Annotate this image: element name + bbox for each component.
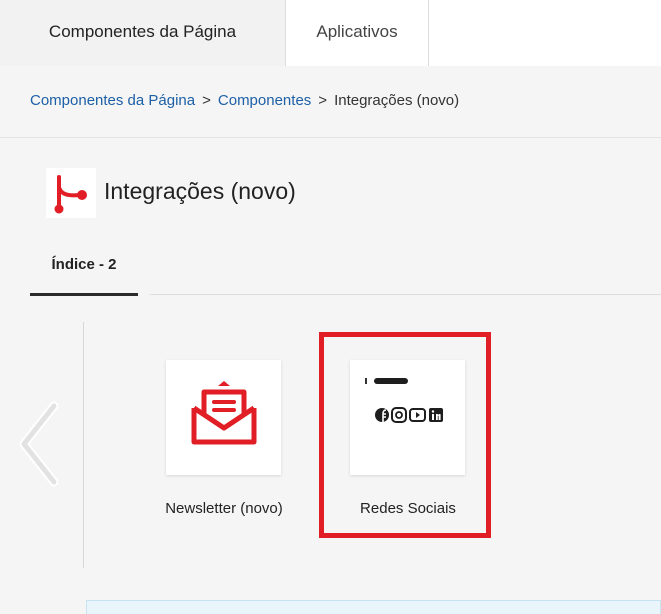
newsletter-envelope-icon	[188, 378, 260, 455]
breadcrumb-current: Integrações (novo)	[334, 92, 460, 109]
breadcrumb-link-componentes[interactable]: Componentes	[218, 92, 311, 109]
top-tab-bar: Componentes da Página Aplicativos	[0, 0, 661, 67]
page-title: Integrações (novo)	[104, 178, 296, 204]
active-tab-indicator	[30, 293, 138, 296]
tab-componentes-da-pagina[interactable]: Componentes da Página	[0, 0, 286, 66]
divider	[0, 137, 661, 138]
integration-share-icon	[46, 168, 96, 218]
selection-highlight-frame	[319, 332, 491, 538]
tab-aplicativos[interactable]: Aplicativos	[286, 0, 429, 66]
breadcrumb: Componentes da Página > Componentes > Integr…	[30, 92, 459, 109]
tab-indice[interactable]: Índice - 2	[30, 256, 138, 273]
breadcrumb-separator: >	[202, 92, 211, 109]
divider	[83, 322, 84, 568]
chevron-left-icon[interactable]	[14, 400, 66, 488]
breadcrumb-link-componentes-da-pagina[interactable]: Componentes da Página	[30, 92, 195, 109]
divider	[150, 294, 661, 295]
breadcrumb-separator: >	[318, 92, 328, 109]
component-card-newsletter[interactable]	[166, 360, 281, 475]
component-label-newsletter: Newsletter (novo)	[165, 500, 283, 517]
info-box	[86, 600, 661, 614]
